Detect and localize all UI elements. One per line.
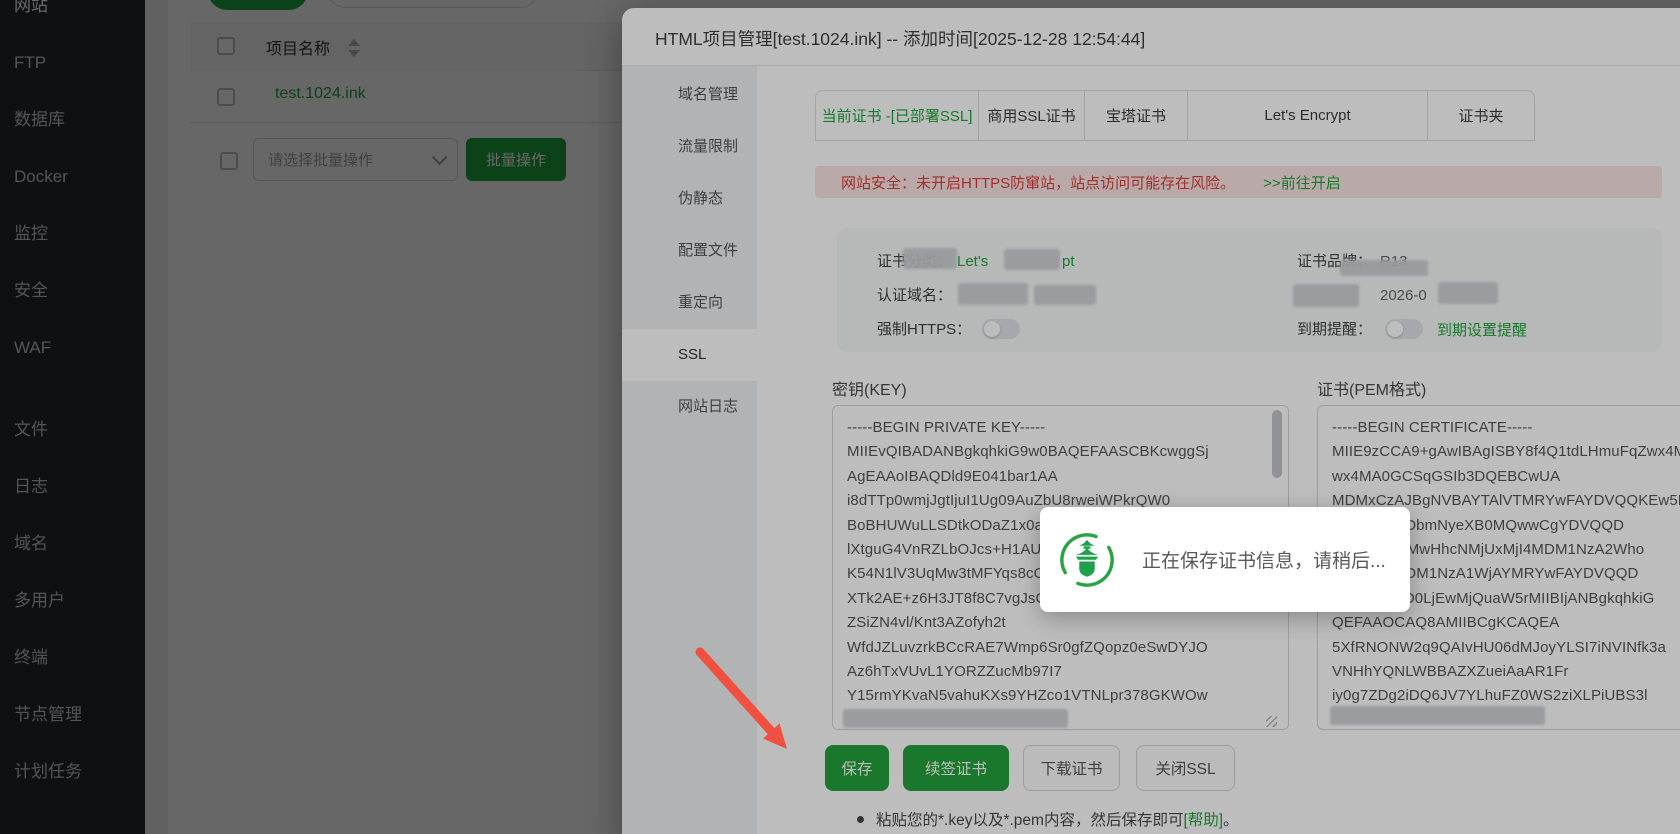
annotation-arrow — [695, 647, 787, 749]
saving-overlay-mask — [0, 0, 1680, 834]
saving-toast: 正在保存证书信息，请稍后... — [1040, 507, 1410, 612]
bt-logo-spinner-icon — [1060, 532, 1114, 587]
screenshot-root: 网站 FTP 数据库 Docker 监控 安全 WAF 文件 日志 域名 多用户… — [0, 0, 1680, 834]
saving-toast-text: 正在保存证书信息，请稍后... — [1142, 551, 1386, 572]
